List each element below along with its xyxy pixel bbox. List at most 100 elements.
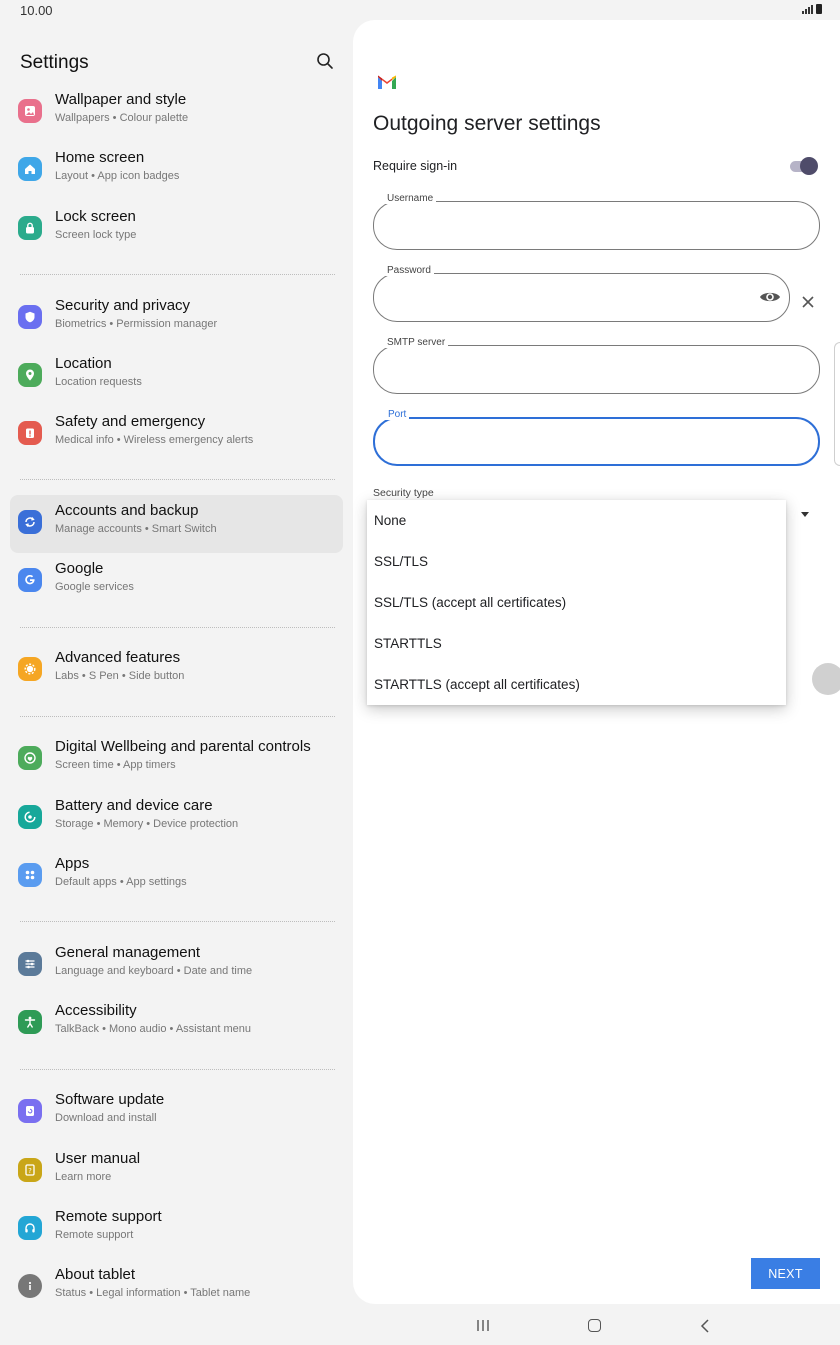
status-time: 10.00 [20,3,53,18]
info-icon [18,1274,42,1299]
shield-icon [18,304,42,329]
item-title: Accessibility [55,1002,137,1020]
item-subtitle: Storage • Memory • Device protection [55,817,239,830]
smtp-server-field[interactable]: SMTP server [373,337,820,394]
status-icons [802,4,822,14]
item-subtitle: Medical info • Wireless emergency alerts [55,434,254,447]
security-type-label: Security type [373,487,434,499]
settings-item-safety[interactable]: Safety and emergency Medical info • Wire… [10,406,343,464]
password-field[interactable]: Password [373,265,790,322]
menu-item-starttls[interactable]: STARTTLS [367,623,786,664]
settings-list: Wallpaper and style Wallpapers • Colour … [10,84,343,1317]
sync-icon [18,510,42,535]
item-title: Battery and device care [55,796,213,814]
advanced-features-icon [18,657,42,682]
clear-password-icon[interactable] [801,295,815,309]
menu-item-ssl-tls[interactable]: SSL/TLS [367,541,786,582]
item-subtitle: Google services [55,581,134,594]
settings-item-software-update[interactable]: Software update Download and install [10,1084,343,1142]
item-title: Safety and emergency [55,413,206,431]
settings-item-google[interactable]: Google Google services [10,553,343,611]
settings-item-user-manual[interactable]: ? User manual Learn more [10,1143,343,1201]
item-title: Remote support [55,1207,162,1225]
item-subtitle: Remote support [55,1228,134,1241]
divider [10,612,343,643]
manual-icon: ? [18,1157,42,1182]
settings-item-location[interactable]: Location Location requests [10,348,343,406]
settings-item-digital-wellbeing[interactable]: Digital Wellbeing and parental controls … [10,731,343,789]
require-signin-label: Require sign-in [373,159,458,173]
gmail-logo-icon [378,75,396,89]
scrollbar[interactable] [834,342,840,466]
item-title: Apps [55,855,90,873]
smtp-server-input[interactable] [388,358,748,382]
settings-item-accounts-backup[interactable]: Accounts and backup Manage accounts • Sm… [10,495,343,554]
password-input[interactable] [388,286,748,310]
require-signin-toggle[interactable] [788,157,818,175]
item-subtitle: Language and keyboard • Date and time [55,965,253,977]
item-title: User manual [55,1149,141,1167]
port-field[interactable]: Port [373,409,820,466]
username-input[interactable] [388,214,748,238]
item-title: Google [55,560,104,578]
item-title: About tablet [55,1266,136,1284]
item-title: Accounts and backup [55,502,199,520]
item-subtitle: Wallpapers • Colour palette [55,112,189,124]
item-title: Security and privacy [55,296,191,314]
item-subtitle: Location requests [55,375,142,388]
menu-item-ssl-tls-accept-all[interactable]: SSL/TLS (accept all certificates) [367,582,786,623]
home-button-icon[interactable] [588,1319,601,1332]
settings-item-apps[interactable]: Apps Default apps • App settings [10,848,343,906]
signal-icon [802,5,813,14]
menu-item-starttls-accept-all[interactable]: STARTTLS (accept all certificates) [367,664,786,705]
floating-action-button[interactable] [812,663,840,695]
sliders-icon [18,952,42,976]
settings-panel: Settings Wallpaper and style Wallpapers … [0,20,352,1305]
item-subtitle: Status • Legal information • Tablet name [55,1287,251,1300]
item-title: Wallpaper and style [55,91,187,108]
divider [10,906,343,937]
dropdown-arrow-icon[interactable] [801,512,809,517]
show-password-icon[interactable] [759,288,781,306]
recents-icon[interactable] [476,1319,490,1332]
lock-icon [18,215,42,240]
toggle-thumb [800,157,818,175]
settings-item-general-management[interactable]: General management Language and keyboard… [10,937,343,995]
settings-title: Settings [20,52,89,73]
navigation-bar [0,1305,840,1345]
location-icon [18,362,42,387]
port-input[interactable] [389,431,749,455]
item-title: Advanced features [55,649,181,667]
svg-text:?: ? [28,1167,32,1175]
settings-item-lock-screen[interactable]: Lock screen Screen lock type [10,201,343,259]
item-title: Software update [55,1091,165,1109]
battery-icon [816,4,822,14]
next-button[interactable]: NEXT [751,1258,820,1289]
settings-item-security[interactable]: Security and privacy Biometrics • Permis… [10,290,343,348]
settings-item-remote-support[interactable]: Remote support Remote support [10,1201,343,1259]
item-title: Home screen [55,149,145,167]
headset-icon [18,1215,42,1240]
search-icon[interactable] [316,52,334,70]
status-bar: 10.00 [0,0,840,20]
item-subtitle: Labs • S Pen • Side button [55,670,185,683]
home-icon [18,157,42,182]
back-icon[interactable] [700,1319,710,1333]
menu-item-none[interactable]: None [367,500,786,541]
settings-item-accessibility[interactable]: Accessibility TalkBack • Mono audio • As… [10,995,343,1053]
item-title: Digital Wellbeing and parental controls [55,738,311,756]
settings-item-wallpaper[interactable]: Wallpaper and style Wallpapers • Colour … [10,84,343,142]
divider [10,464,343,495]
item-subtitle: Default apps • App settings [55,876,187,889]
username-field[interactable]: Username [373,193,820,250]
divider [10,1054,343,1085]
item-subtitle: Screen lock type [55,228,137,241]
password-label: Password [384,265,434,276]
item-title: Location [55,354,112,372]
settings-item-advanced-features[interactable]: Advanced features Labs • S Pen • Side bu… [10,642,343,700]
item-subtitle: Layout • App icon badges [55,170,180,183]
item-title: Lock screen [55,207,136,225]
settings-item-home-screen[interactable]: Home screen Layout • App icon badges [10,142,343,200]
item-subtitle: Manage accounts • Smart Switch [55,523,217,536]
settings-item-battery-device-care[interactable]: Battery and device care Storage • Memory… [10,790,343,848]
